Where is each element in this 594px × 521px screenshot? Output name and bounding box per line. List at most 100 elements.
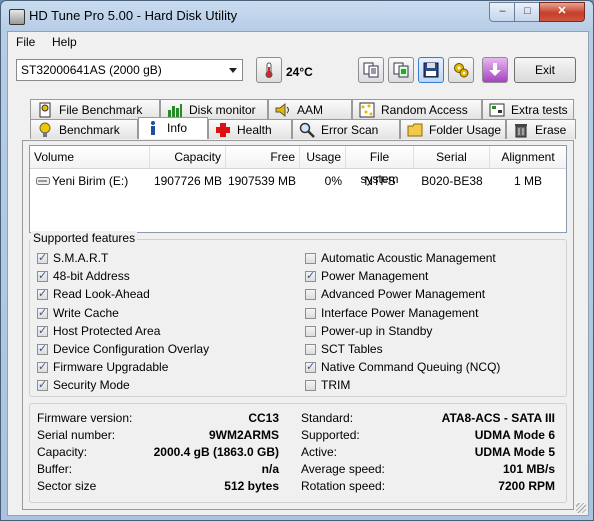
feature-label: Device Configuration Overlay: [53, 342, 210, 356]
tab-disk-monitor[interactable]: Disk monitor: [160, 99, 268, 119]
temperature-button[interactable]: [256, 57, 282, 83]
cell-file-system: NTFS: [364, 174, 396, 188]
column-free[interactable]: Free: [226, 146, 300, 168]
unchecked-checkbox-icon[interactable]: [305, 344, 316, 355]
checked-checkbox-icon[interactable]: [37, 269, 48, 283]
drive-select-value: ST32000641AS (2000 gB): [21, 63, 162, 77]
unchecked-checkbox-icon[interactable]: [305, 253, 316, 264]
options-button[interactable]: [448, 57, 474, 83]
checked-checkbox-icon[interactable]: [305, 360, 316, 374]
copy-info-button[interactable]: [358, 57, 384, 83]
detail-value: UDMA Mode 5: [474, 445, 555, 459]
tab-label: Error Scan: [321, 123, 379, 137]
drive-icon: [36, 177, 50, 185]
feature-label: Automatic Acoustic Management: [321, 251, 496, 265]
detail-value: 101 MB/s: [502, 462, 555, 476]
tab-info[interactable]: Info: [138, 117, 208, 139]
unchecked-checkbox-icon[interactable]: [305, 380, 316, 392]
column-file-system[interactable]: File system: [346, 146, 414, 186]
checked-checkbox-icon[interactable]: [37, 287, 48, 301]
save-button[interactable]: [418, 57, 444, 83]
close-button[interactable]: ✕: [539, 2, 585, 22]
folder-icon: [407, 123, 423, 137]
random-access-icon: [359, 102, 375, 118]
feature-label: Firmware Upgradable: [53, 360, 169, 375]
tab-extra-tests[interactable]: Extra tests: [482, 99, 574, 119]
detail-value: 512 bytes: [224, 479, 279, 493]
tab-health[interactable]: Health: [208, 119, 292, 139]
unchecked-checkbox-icon[interactable]: [305, 325, 316, 337]
volume-list[interactable]: Volume Capacity Free Usage File system S…: [29, 145, 567, 233]
feature-label: Write Cache: [53, 305, 119, 320]
menu-file[interactable]: File: [16, 35, 35, 49]
exit-button[interactable]: Exit: [514, 57, 576, 83]
column-serial[interactable]: Serial: [414, 146, 490, 168]
checked-checkbox-icon[interactable]: [305, 269, 316, 283]
column-usage[interactable]: Usage: [300, 146, 346, 168]
checked-checkbox-icon[interactable]: [37, 251, 48, 264]
checked-checkbox-icon[interactable]: [37, 324, 48, 337]
detail-value: n/a: [261, 462, 279, 476]
maximize-button[interactable]: □: [514, 2, 541, 22]
cell-serial: B020-BE38: [421, 174, 483, 188]
checked-checkbox-icon[interactable]: [37, 378, 48, 392]
tab-label: Folder Usage: [429, 123, 502, 137]
client-area: File Help ST32000641AS (2000 gB) 24°C Ex…: [7, 31, 589, 516]
menu-help[interactable]: Help: [52, 35, 77, 49]
menu-bar: File Help: [8, 32, 588, 52]
unchecked-checkbox-icon[interactable]: [305, 289, 316, 301]
column-capacity[interactable]: Capacity: [150, 146, 226, 168]
file-benchmark-icon: [39, 102, 51, 118]
feature-label: Security Mode: [53, 378, 130, 393]
tab-label: Info: [167, 121, 188, 135]
tab-label: Benchmark: [59, 123, 120, 137]
checked-checkbox-icon[interactable]: [37, 306, 48, 319]
feature-label: Native Command Queuing (NCQ): [321, 360, 501, 375]
checked-checkbox-icon[interactable]: [37, 342, 48, 355]
detail-value: 2000.4 gB (1863.0 GB): [153, 445, 279, 459]
window-title: HD Tune Pro 5.00 - Hard Disk Utility: [29, 8, 238, 23]
magnifier-icon: [299, 122, 315, 138]
checked-checkbox-icon[interactable]: [37, 360, 48, 374]
minimize-button[interactable]: –: [489, 2, 516, 22]
info-icon: [151, 121, 155, 135]
temperature-value: 24°C: [286, 65, 313, 79]
tab-label: Random Access: [381, 103, 468, 117]
resize-grip[interactable]: [576, 503, 586, 513]
feature-label: Host Protected Area: [53, 323, 161, 338]
supported-features-title: Supported features: [31, 231, 138, 245]
unchecked-checkbox-icon[interactable]: [305, 307, 316, 319]
detail-label: Standard:: [301, 411, 354, 425]
cell-usage: 0%: [324, 174, 342, 188]
tab-file-benchmark[interactable]: File Benchmark: [30, 99, 160, 119]
hdtune-app-icon: [9, 9, 25, 25]
column-volume[interactable]: Volume: [30, 146, 150, 168]
chevron-down-icon: [229, 68, 237, 73]
feature-label: TRIM: [321, 378, 351, 393]
detail-label: Buffer:: [37, 462, 73, 476]
tab-error-scan[interactable]: Error Scan: [292, 119, 400, 139]
tab-benchmark[interactable]: Benchmark: [30, 119, 138, 139]
volume-list-header: Volume Capacity Free Usage File system S…: [30, 146, 566, 186]
detail-value: CC13: [248, 411, 279, 425]
detail-value: UDMA Mode 6: [474, 428, 555, 442]
tab-folder-usage[interactable]: Folder Usage: [400, 119, 506, 139]
detail-value: 9WM2ARMS: [208, 428, 279, 442]
tab-random-access[interactable]: Random Access: [352, 99, 482, 119]
feature-label: Power-up in Standby: [321, 323, 433, 338]
column-alignment[interactable]: Alignment: [490, 146, 566, 168]
feature-label: Advanced Power Management: [321, 287, 486, 302]
detail-label: Average speed:: [301, 462, 385, 476]
download-button[interactable]: [482, 57, 508, 83]
copy-screenshot-button[interactable]: [388, 57, 414, 83]
benchmark-icon: [39, 122, 51, 137]
tab-label: File Benchmark: [59, 103, 143, 117]
drive-select[interactable]: ST32000641AS (2000 gB): [16, 59, 243, 81]
title-bar[interactable]: HD Tune Pro 5.00 - Hard Disk Utility – □…: [1, 1, 593, 31]
detail-label: Sector size: [37, 479, 97, 493]
feature-label: S.M.A.R.T: [53, 251, 109, 265]
detail-label: Rotation speed:: [301, 479, 386, 493]
tab-aam[interactable]: AAM: [268, 99, 352, 119]
extra-tests-icon: [489, 103, 505, 117]
tab-erase[interactable]: Erase: [506, 119, 576, 139]
